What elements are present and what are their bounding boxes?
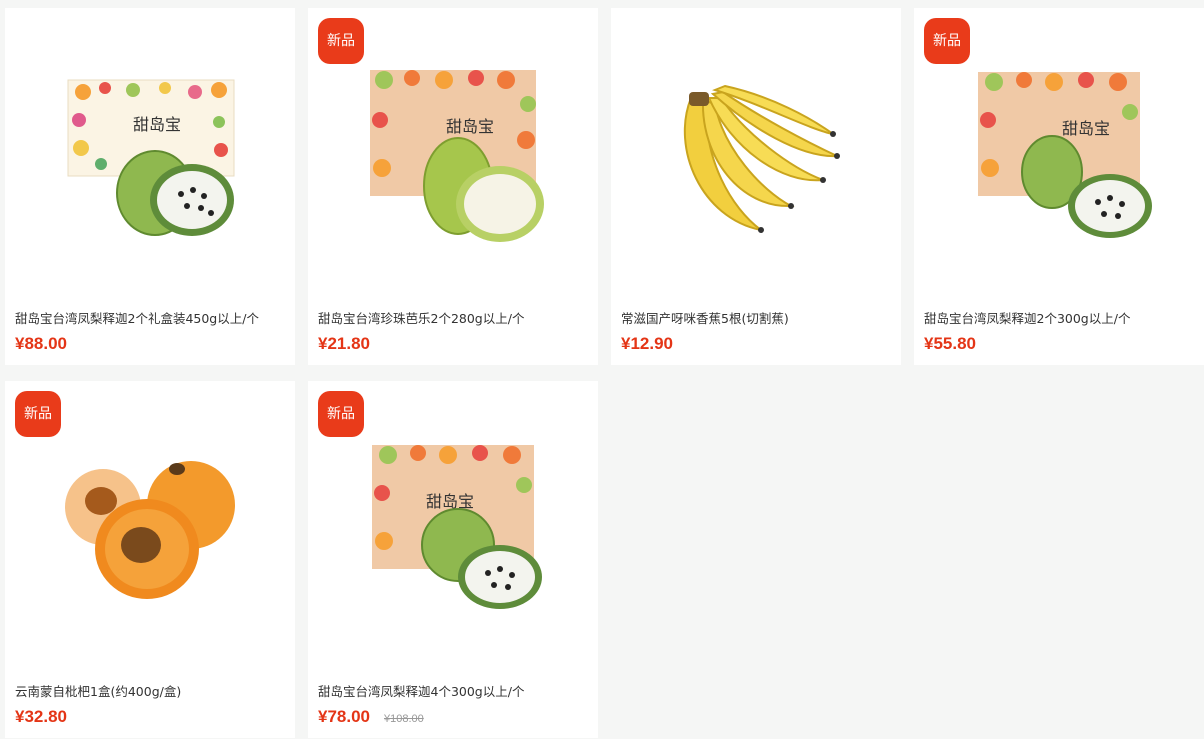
product-card[interactable]: 常滋国产呀咪香蕉5根(切割蕉) ¥12.90	[611, 8, 901, 365]
box-brand-text: 甜岛宝	[426, 492, 474, 511]
new-badge: 新品	[15, 391, 61, 437]
price-row: ¥55.80	[924, 334, 976, 354]
new-badge: 新品	[924, 18, 970, 64]
product-name[interactable]: 甜岛宝台湾凤梨释迦2个礼盒装450g以上/个	[15, 308, 290, 327]
product-card[interactable]: 新品 甜岛宝 甜岛宝台湾珍珠芭乐2个280g以上/个 ¥21.80	[308, 8, 598, 365]
product-grid: 甜岛宝 甜岛宝台湾凤梨释迦2个礼盒装450g以上/个 ¥88.00 新品 甜岛宝…	[0, 0, 1204, 739]
product-name[interactable]: 甜岛宝台湾凤梨释迦2个300g以上/个	[924, 308, 1199, 327]
product-price: ¥88.00	[15, 334, 67, 353]
product-price: ¥55.80	[924, 334, 976, 353]
product-image[interactable]	[611, 8, 901, 298]
new-badge: 新品	[318, 18, 364, 64]
product-image[interactable]: 甜岛宝	[5, 8, 295, 298]
product-card[interactable]: 新品 甜岛宝 甜岛宝台湾凤梨释迦2个300g以上/个 ¥55.80	[914, 8, 1204, 365]
price-row: ¥21.80	[318, 334, 370, 354]
box-brand-text: 甜岛宝	[133, 115, 181, 134]
product-price: ¥32.80	[15, 707, 67, 726]
product-name[interactable]: 甜岛宝台湾珍珠芭乐2个280g以上/个	[318, 308, 593, 327]
box-brand-text: 甜岛宝	[1062, 119, 1110, 138]
product-price: ¥21.80	[318, 334, 370, 353]
banana-bunch-image	[683, 84, 840, 233]
original-price: ¥108.00	[384, 713, 424, 725]
product-name[interactable]: 常滋国产呀咪香蕉5根(切割蕉)	[621, 308, 896, 327]
cherimoya-giftbox-image: 甜岛宝	[67, 79, 235, 236]
price-row: ¥78.00 ¥108.00	[318, 707, 424, 727]
product-price: ¥78.00	[318, 707, 370, 726]
new-badge: 新品	[318, 391, 364, 437]
price-row: ¥12.90	[621, 334, 673, 354]
product-name[interactable]: 甜岛宝台湾凤梨释迦4个300g以上/个	[318, 681, 593, 700]
price-row: ¥32.80	[15, 707, 67, 727]
price-row: ¥88.00	[15, 334, 67, 354]
product-price: ¥12.90	[621, 334, 673, 353]
product-card[interactable]: 新品 云南蒙自枇杷1盒(约400g/盒) ¥32.80	[5, 381, 295, 738]
box-brand-text: 甜岛宝	[446, 117, 494, 136]
product-card[interactable]: 甜岛宝 甜岛宝台湾凤梨释迦2个礼盒装450g以上/个 ¥88.00	[5, 8, 295, 365]
product-card[interactable]: 新品 甜岛宝 甜岛宝台湾凤梨释迦4个300g以上/个 ¥78.00 ¥108.0…	[308, 381, 598, 738]
product-name[interactable]: 云南蒙自枇杷1盒(约400g/盒)	[15, 681, 290, 700]
